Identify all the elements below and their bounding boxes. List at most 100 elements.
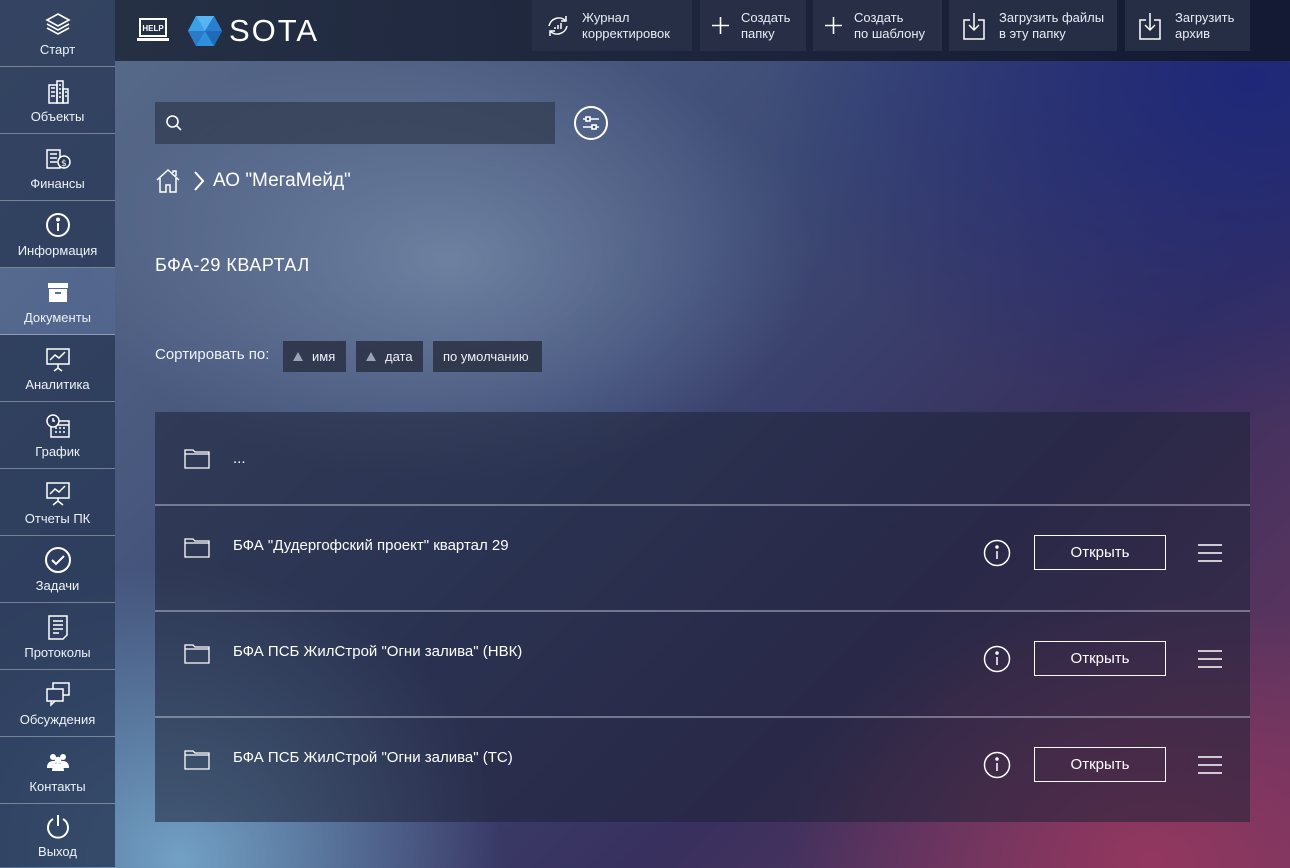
help-label: HELP [142, 24, 164, 33]
sidebar-item-label: Аналитика [25, 376, 90, 392]
search-icon [166, 115, 182, 131]
hamburger-menu-icon[interactable] [1198, 543, 1222, 563]
sort-option-label: дата [385, 349, 413, 364]
page-title: БФА-29 КВАРТАЛ [155, 255, 310, 275]
download-tray-icon [963, 12, 985, 40]
sidebar-item-contacts[interactable]: Контакты [0, 737, 115, 804]
folder-list: ... БФА "Дудергофский проект" квартал 29… [155, 412, 1250, 822]
list-item-name[interactable]: БФА ПСБ ЖилСтрой "Огни залива" (ТС) [233, 749, 513, 766]
calendar-clock-icon [45, 413, 70, 438]
help-laptop-icon[interactable]: HELP [137, 17, 169, 45]
sidebar: Старт Объекты $ Финансы Информация Докум… [0, 0, 115, 868]
sort-default-button[interactable]: по умолчанию [433, 341, 542, 372]
create-folder-label: Создать папку [741, 9, 791, 41]
logo-text: SOTA [229, 12, 320, 48]
sidebar-item-label: Документы [23, 309, 91, 325]
sidebar-item-label: Объекты [30, 108, 85, 124]
sidebar-item-label: Старт [39, 41, 76, 57]
sidebar-item-tasks[interactable]: Задачи [0, 536, 115, 603]
report-board-icon [45, 481, 70, 506]
open-button[interactable]: Открыть [1034, 641, 1166, 676]
document-list-icon [47, 614, 68, 640]
breadcrumb-current[interactable]: АО "МегаМейд" [213, 170, 351, 192]
create-folder-button[interactable]: Создать папку [700, 0, 806, 51]
download-tray-icon [1139, 12, 1161, 40]
sidebar-item-label: Отчеты ПК [24, 510, 91, 526]
open-button[interactable]: Открыть [1034, 535, 1166, 570]
sidebar-item-schedule[interactable]: График [0, 402, 115, 469]
chevron-right-icon [194, 171, 205, 191]
search-box [155, 102, 555, 144]
sidebar-item-analytics[interactable]: Аналитика [0, 335, 115, 402]
upload-archive-button[interactable]: Загрузить архив [1125, 0, 1250, 51]
sidebar-item-logout[interactable]: Выход [0, 804, 115, 867]
hamburger-menu-icon[interactable] [1198, 649, 1222, 669]
upload-files-button[interactable]: Загрузить файлы в эту папку [949, 0, 1117, 51]
breadcrumb: АО "МегаМейд" [155, 168, 351, 194]
sort-option-label: по умолчанию [443, 349, 529, 364]
sort-up-icon [366, 352, 376, 361]
create-from-template-label: Создать по шаблону [854, 9, 926, 41]
folder-icon [184, 449, 210, 469]
sort-option-label: имя [312, 349, 336, 364]
info-icon [45, 212, 70, 237]
sort-by-name-button[interactable]: имя [283, 341, 346, 372]
list-item-name[interactable]: БФА ПСБ ЖилСтрой "Огни залива" (НВК) [233, 643, 522, 660]
chat-windows-icon [45, 681, 70, 707]
search-input[interactable] [191, 114, 551, 132]
sort-label: Сортировать по: [155, 346, 270, 363]
finance-icon: $ [45, 148, 71, 169]
info-icon[interactable] [983, 539, 1011, 567]
folder-icon [184, 750, 210, 770]
filter-settings-button[interactable] [574, 106, 608, 140]
folder-icon [184, 644, 210, 664]
sidebar-item-label: Обсуждения [19, 711, 96, 727]
hamburger-menu-icon[interactable] [1198, 755, 1222, 775]
sidebar-item-protocols[interactable]: Протоколы [0, 603, 115, 670]
sidebar-item-reports[interactable]: Отчеты ПК [0, 469, 115, 536]
upload-files-label: Загрузить файлы в эту папку [999, 9, 1105, 41]
refresh-chart-icon [548, 15, 568, 36]
sidebar-item-label: Финансы [30, 175, 85, 191]
sliders-icon [583, 116, 599, 130]
list-item: БФА ПСБ ЖилСтрой "Огни залива" (НВК) Отк… [155, 612, 1250, 718]
list-item: БФА ПСБ ЖилСтрой "Огни залива" (ТС) Откр… [155, 718, 1250, 822]
correction-journal-label: Журнал корректировок [582, 9, 670, 41]
power-icon [46, 815, 69, 839]
list-item-name: ... [233, 450, 246, 467]
folder-icon [184, 538, 210, 558]
upload-archive-label: Загрузить архив [1175, 9, 1235, 41]
sidebar-item-documents[interactable]: Документы [0, 268, 115, 335]
sidebar-item-information[interactable]: Информация [0, 201, 115, 268]
layers-icon [44, 12, 71, 35]
create-from-template-button[interactable]: Создать по шаблону [813, 0, 942, 51]
svg-text:$: $ [61, 159, 67, 169]
plus-icon [825, 17, 842, 34]
buildings-icon [47, 79, 69, 104]
list-item-name[interactable]: БФА "Дудергофский проект" квартал 29 [233, 537, 509, 554]
sidebar-item-label: Выход [38, 844, 77, 859]
info-icon[interactable] [983, 645, 1011, 673]
open-button[interactable]: Открыть [1034, 747, 1166, 782]
sort-up-icon [293, 352, 303, 361]
sidebar-item-discussions[interactable]: Обсуждения [0, 670, 115, 737]
sidebar-item-label: Информация [17, 242, 98, 258]
sidebar-item-label: Протоколы [24, 644, 91, 660]
people-icon [46, 753, 69, 771]
check-circle-icon [44, 546, 71, 573]
list-item: БФА "Дудергофский проект" квартал 29 Отк… [155, 506, 1250, 612]
home-icon[interactable] [155, 168, 181, 194]
sort-by-date-button[interactable]: дата [356, 341, 423, 372]
sidebar-item-objects[interactable]: Объекты [0, 67, 115, 134]
sidebar-item-label: Задачи [35, 577, 80, 593]
list-item-parent[interactable]: ... [155, 412, 1250, 506]
sidebar-item-finance[interactable]: $ Финансы [0, 134, 115, 201]
sidebar-item-start[interactable]: Старт [0, 0, 115, 67]
correction-journal-button[interactable]: Журнал корректировок [532, 0, 692, 51]
sota-logo-icon [188, 15, 222, 46]
archive-box-icon [47, 282, 68, 302]
sidebar-item-label: График [35, 443, 80, 459]
plus-icon [712, 17, 729, 34]
presentation-chart-icon [45, 347, 70, 372]
info-icon[interactable] [983, 751, 1011, 779]
